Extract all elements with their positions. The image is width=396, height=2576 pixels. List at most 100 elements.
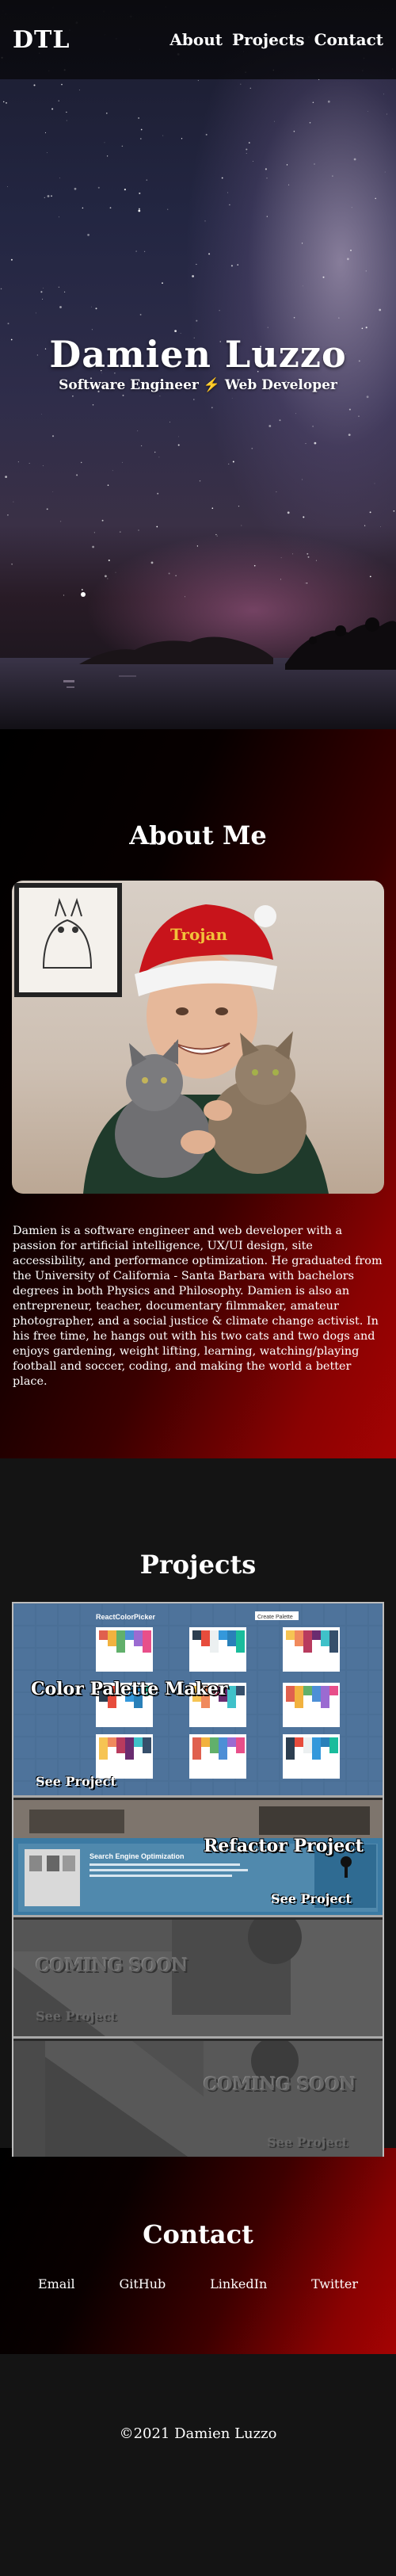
palette-thumbnail bbox=[189, 1627, 246, 1672]
star bbox=[348, 408, 351, 411]
site-logo[interactable]: DTL bbox=[13, 26, 70, 54]
color-swatch bbox=[108, 1630, 116, 1646]
star bbox=[265, 168, 267, 170]
star bbox=[332, 175, 333, 177]
star bbox=[216, 535, 218, 537]
palette-thumbnail bbox=[283, 1627, 340, 1672]
star bbox=[293, 130, 295, 132]
nav-link-about[interactable]: About bbox=[169, 30, 223, 49]
color-swatch bbox=[329, 1630, 338, 1653]
star bbox=[139, 138, 142, 140]
star bbox=[307, 552, 309, 555]
contact-link-linkedin[interactable]: LinkedIn bbox=[210, 2276, 267, 2291]
star bbox=[386, 113, 387, 115]
nav-link-contact[interactable]: Contact bbox=[314, 30, 383, 49]
star bbox=[137, 430, 139, 432]
star bbox=[106, 155, 109, 157]
star bbox=[105, 113, 108, 114]
see-project-link[interactable]: See Project bbox=[271, 1891, 352, 1906]
star bbox=[140, 128, 143, 131]
hero-name: Damien Luzzo bbox=[49, 333, 347, 376]
see-project-link[interactable]: See Project bbox=[267, 2135, 348, 2150]
star bbox=[82, 207, 84, 209]
color-palette-preview: ReactColorPicker Create Palette bbox=[13, 1603, 383, 1795]
star bbox=[11, 563, 13, 565]
see-project-link[interactable]: See Project bbox=[36, 2008, 116, 2024]
star bbox=[204, 220, 206, 222]
star bbox=[157, 492, 159, 495]
star bbox=[124, 189, 126, 191]
star bbox=[7, 323, 10, 325]
star bbox=[215, 533, 217, 536]
star bbox=[266, 216, 268, 217]
project-title: Refactor Project bbox=[204, 1836, 364, 1856]
star bbox=[211, 507, 214, 509]
star bbox=[154, 451, 156, 453]
star bbox=[375, 197, 376, 200]
star bbox=[380, 526, 381, 527]
star bbox=[17, 461, 19, 463]
star bbox=[181, 138, 183, 140]
star bbox=[47, 152, 48, 154]
star bbox=[347, 258, 349, 261]
star bbox=[193, 399, 195, 400]
star bbox=[312, 426, 314, 427]
color-swatch bbox=[312, 1630, 321, 1640]
color-swatch bbox=[312, 1737, 321, 1760]
star bbox=[29, 463, 30, 464]
star bbox=[138, 117, 139, 119]
star bbox=[384, 171, 386, 173]
star bbox=[221, 177, 223, 179]
star bbox=[287, 511, 290, 514]
star bbox=[109, 207, 112, 209]
star bbox=[350, 250, 352, 251]
star bbox=[112, 470, 113, 472]
hero-subtitle: Software Engineer ⚡ Web Developer bbox=[59, 377, 337, 393]
star bbox=[303, 516, 305, 518]
star bbox=[6, 102, 7, 104]
color-swatch bbox=[286, 1686, 295, 1702]
star bbox=[205, 133, 208, 136]
color-swatch bbox=[108, 1737, 116, 1747]
color-swatch bbox=[219, 1630, 227, 1640]
star bbox=[144, 250, 146, 252]
star bbox=[33, 84, 36, 86]
contact-link-twitter[interactable]: Twitter bbox=[311, 2276, 358, 2291]
svg-text:Trojan: Trojan bbox=[170, 925, 228, 944]
star bbox=[196, 319, 198, 322]
star bbox=[307, 556, 310, 558]
star bbox=[353, 158, 356, 161]
star bbox=[141, 445, 143, 446]
color-swatch bbox=[134, 1630, 143, 1646]
star bbox=[10, 258, 13, 261]
star bbox=[92, 403, 94, 406]
star bbox=[107, 484, 109, 486]
svg-text:Create Palette: Create Palette bbox=[257, 1615, 293, 1620]
color-swatch bbox=[125, 1737, 134, 1760]
project-card-coming-soon-1[interactable]: COMING SOON See Project bbox=[13, 1920, 383, 2039]
star bbox=[237, 264, 238, 266]
project-card-color-palette[interactable]: ReactColorPicker Create Palette Color Pa… bbox=[13, 1603, 383, 1798]
star bbox=[108, 559, 110, 562]
profile-photo: Trojan bbox=[12, 881, 384, 1194]
color-swatch bbox=[236, 1737, 245, 1753]
color-swatch bbox=[99, 1737, 108, 1760]
star bbox=[41, 413, 42, 415]
see-project-link[interactable]: See Project bbox=[36, 1774, 116, 1789]
star bbox=[174, 330, 177, 332]
star bbox=[81, 461, 82, 464]
nav-link-projects[interactable]: Projects bbox=[232, 30, 305, 49]
star bbox=[167, 208, 169, 210]
color-swatch bbox=[143, 1630, 151, 1653]
star bbox=[121, 461, 123, 463]
color-swatch bbox=[321, 1686, 329, 1708]
contact-link-github[interactable]: GitHub bbox=[119, 2276, 166, 2291]
star bbox=[358, 415, 360, 417]
contact-link-email[interactable]: Email bbox=[38, 2276, 75, 2291]
star bbox=[139, 314, 142, 315]
star bbox=[162, 282, 163, 284]
project-card-coming-soon-2[interactable]: COMING SOON See Project bbox=[13, 2041, 383, 2157]
project-card-refactor[interactable]: Search Engine Optimization Refactor Proj… bbox=[13, 1800, 383, 1917]
palette-thumbnail bbox=[283, 1734, 340, 1779]
star bbox=[76, 474, 78, 476]
